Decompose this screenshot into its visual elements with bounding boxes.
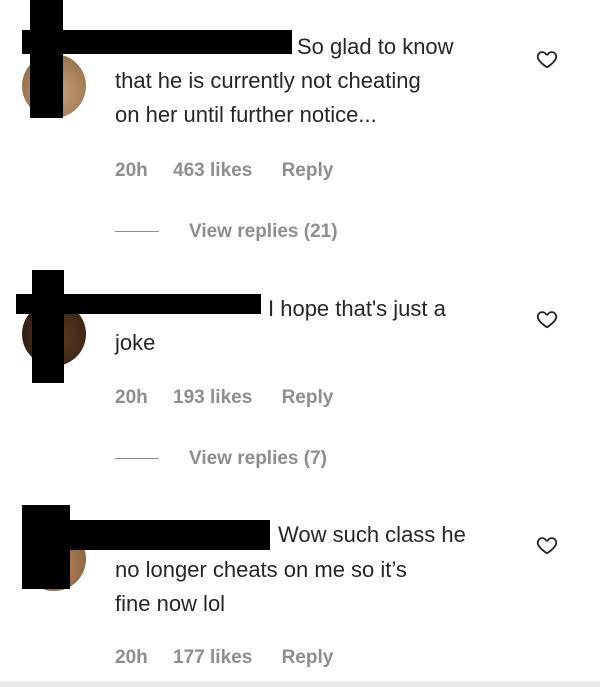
username-redaction-bar xyxy=(30,0,63,118)
divider-dash xyxy=(115,231,159,233)
reply-button[interactable]: Reply xyxy=(282,647,334,669)
comment-text: joke xyxy=(115,330,156,355)
bottom-divider xyxy=(0,681,600,687)
heart-icon[interactable] xyxy=(536,308,558,330)
comment-text: Wow such class he xyxy=(278,522,466,547)
username-redaction-bar xyxy=(22,520,270,550)
username-redaction-bar xyxy=(32,270,64,383)
heart-icon-svg xyxy=(536,51,558,69)
comment-3: Wow such class he no longer cheats on me… xyxy=(0,505,600,680)
timestamp[interactable]: 20h xyxy=(115,387,148,409)
comment-meta: 20h 463 likes Reply xyxy=(115,160,333,182)
view-replies-label: View replies (21) xyxy=(189,221,338,242)
view-replies-button[interactable]: View replies (7) xyxy=(115,448,327,470)
heart-icon[interactable] xyxy=(536,48,558,70)
username-redaction-bar xyxy=(22,30,292,54)
likes-count[interactable]: 463 likes xyxy=(173,160,252,182)
comment-meta: 20h 177 likes Reply xyxy=(115,647,333,669)
comment-1: So glad to know that he is currently not… xyxy=(0,0,600,250)
timestamp[interactable]: 20h xyxy=(115,160,148,182)
reply-button[interactable]: Reply xyxy=(282,160,334,182)
heart-icon[interactable] xyxy=(536,534,558,556)
comment-meta: 20h 193 likes Reply xyxy=(115,387,333,409)
comment-2: I hope that's just a joke 20h 193 likes … xyxy=(0,270,600,490)
comment-text: I hope that's just a xyxy=(268,296,446,321)
reply-button[interactable]: Reply xyxy=(282,387,334,409)
timestamp[interactable]: 20h xyxy=(115,647,148,669)
view-replies-label: View replies (7) xyxy=(189,448,327,469)
likes-count[interactable]: 193 likes xyxy=(173,387,252,409)
heart-icon-svg xyxy=(536,311,558,329)
comment-text: on her until further notice... xyxy=(115,102,377,127)
likes-count[interactable]: 177 likes xyxy=(173,647,252,669)
comment-text: that he is currently not cheating xyxy=(115,68,421,93)
comment-text: fine now lol xyxy=(115,591,226,616)
divider-dash xyxy=(115,458,159,460)
comment-text: So glad to know xyxy=(297,34,454,59)
comment-text: no longer cheats on me so it’s xyxy=(115,557,407,582)
heart-icon-svg xyxy=(536,537,558,555)
username-redaction-bar xyxy=(16,294,261,314)
view-replies-button[interactable]: View replies (21) xyxy=(115,221,338,243)
